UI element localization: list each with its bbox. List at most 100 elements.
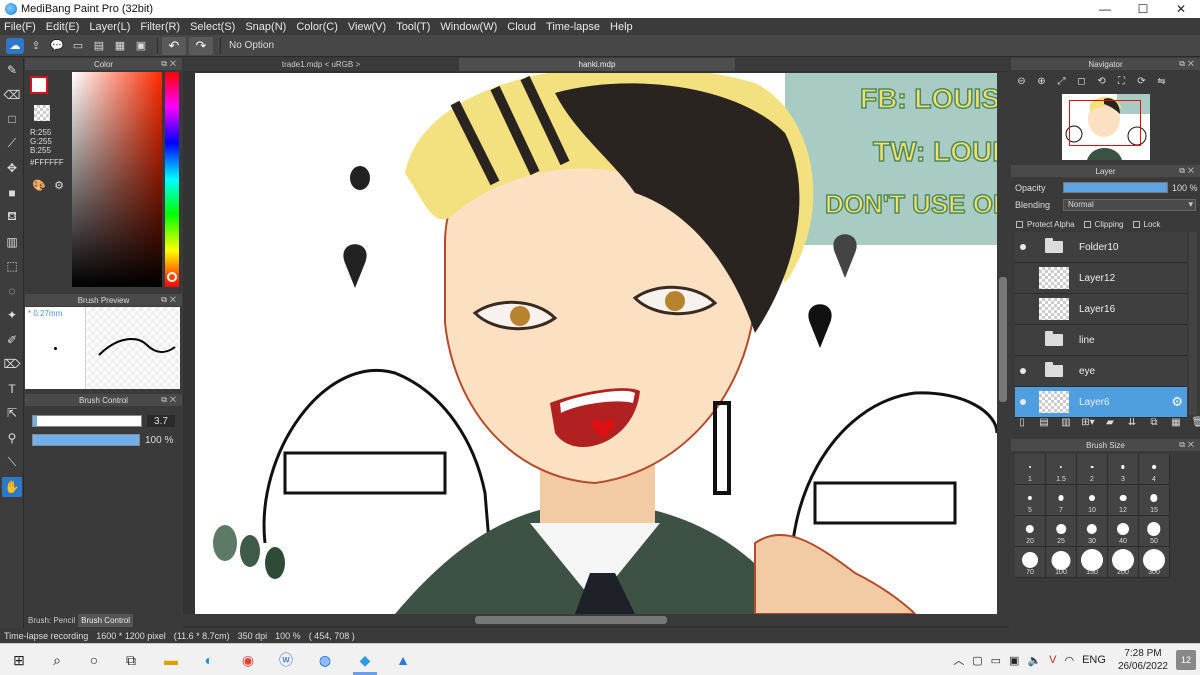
brush-size-option[interactable]: 1.5 xyxy=(1046,454,1077,485)
new-halftone-layer-icon[interactable]: ▤ xyxy=(1037,415,1051,429)
fill-rect-tool-icon[interactable]: ■ xyxy=(2,183,22,203)
windows-start-icon[interactable]: ⊞ xyxy=(8,650,30,670)
navigator-thumbnail[interactable] xyxy=(1062,94,1150,160)
chevron-up-icon[interactable]: ︿ xyxy=(953,652,964,668)
layer-row-eye[interactable]: eye xyxy=(1015,356,1187,387)
menu-cloud[interactable]: Cloud xyxy=(507,21,536,33)
layer-row-line[interactable]: line xyxy=(1015,325,1187,356)
layer-row-folder10[interactable]: Folder10 xyxy=(1015,232,1187,263)
clipping-checkbox[interactable]: Clipping xyxy=(1083,220,1124,229)
select-tool-icon[interactable]: ⬚ xyxy=(2,256,22,276)
divide-tool-icon[interactable]: ⟍ xyxy=(2,452,22,472)
menu-select[interactable]: Select(S) xyxy=(190,21,235,33)
tab-trade1[interactable]: trade1.mdp < uRGB > xyxy=(183,58,459,71)
flip-icon[interactable]: ⇋ xyxy=(1154,74,1169,88)
menu-tool[interactable]: Tool(T) xyxy=(396,21,430,33)
panel-controls-icon[interactable]: ⧉✕ xyxy=(161,59,179,69)
brush-size-option[interactable]: 50 xyxy=(1139,516,1170,547)
visibility-toggle-icon[interactable] xyxy=(1015,399,1031,405)
brush-tool-icon[interactable]: ✎ xyxy=(2,60,22,80)
brush-size-option[interactable]: 20 xyxy=(1015,516,1046,547)
brush-size-option[interactable]: 2 xyxy=(1077,454,1108,485)
menu-view[interactable]: View(V) xyxy=(348,21,386,33)
edge-icon[interactable]: ◐ xyxy=(198,650,220,670)
close-button[interactable]: ✕ xyxy=(1162,0,1200,18)
new-folder-icon[interactable]: ▰ xyxy=(1103,415,1117,429)
foreground-color-swatch[interactable] xyxy=(30,76,48,94)
panel-controls-icon[interactable]: ⧉✕ xyxy=(1179,440,1197,450)
select-pen-icon[interactable]: ✐ xyxy=(2,330,22,350)
meet-icon[interactable]: ▢ xyxy=(972,654,982,667)
file-explorer-icon[interactable]: ▬ xyxy=(160,650,182,670)
palette-icon[interactable]: 🎨 xyxy=(31,177,47,193)
select-eraser-icon[interactable]: ⌦ xyxy=(2,354,22,374)
lock-checkbox[interactable]: Lock xyxy=(1132,220,1160,229)
transparent-color-swatch[interactable] xyxy=(34,105,50,121)
vertical-scroll-thumb[interactable] xyxy=(999,277,1007,402)
delete-layer-icon[interactable]: 🗑 xyxy=(1191,415,1200,429)
layer-list-scrollbar[interactable] xyxy=(1189,232,1197,415)
brush-size-option[interactable]: 200 xyxy=(1108,547,1139,578)
fit-window-icon[interactable]: ⤢ xyxy=(1054,74,1069,88)
protect-alpha-checkbox[interactable]: Protect Alpha xyxy=(1016,220,1075,229)
cloud-icon[interactable]: ☁ xyxy=(6,37,24,54)
cortana-icon[interactable]: ○ xyxy=(83,650,105,670)
canvas-vertical-scrollbar[interactable] xyxy=(997,72,1009,614)
brush-size-option[interactable]: 40 xyxy=(1108,516,1139,547)
brush-size-option[interactable]: 7 xyxy=(1046,485,1077,516)
document-icon[interactable]: ▤ xyxy=(90,38,108,54)
rotate-right-icon[interactable]: ⟳ xyxy=(1134,74,1149,88)
comment-icon[interactable]: 💬 xyxy=(48,38,66,54)
minimize-button[interactable]: — xyxy=(1086,0,1124,18)
zalo-icon[interactable]: ◍ xyxy=(314,650,336,670)
input-language[interactable]: ENG xyxy=(1082,654,1106,666)
panel-controls-icon[interactable]: ⧉✕ xyxy=(161,295,179,305)
maximize-button[interactable]: ☐ xyxy=(1124,0,1162,18)
bucket-tool-icon[interactable]: ⛾ xyxy=(2,207,22,227)
menu-color[interactable]: Color(C) xyxy=(296,21,338,33)
search-icon[interactable]: ⌕ xyxy=(46,650,68,670)
navigator-viewport-rect[interactable] xyxy=(1069,100,1141,146)
layer-settings-icon[interactable]: ⚙ xyxy=(1171,394,1183,410)
layer-opacity-slider[interactable] xyxy=(1063,182,1168,193)
brush-size-option[interactable]: 150 xyxy=(1077,547,1108,578)
monitor-icon[interactable]: ▣ xyxy=(1009,654,1019,667)
photos-icon[interactable]: ▲ xyxy=(392,650,414,670)
zoom-in-icon[interactable]: ⊕ xyxy=(1034,74,1049,88)
brush-size-option[interactable]: 15 xyxy=(1139,485,1170,516)
add-layer-menu-icon[interactable]: ⊞▾ xyxy=(1081,415,1095,429)
eyedropper-tool-icon[interactable]: ⚲ xyxy=(2,428,22,448)
medibang-taskbar-icon[interactable]: ◆ xyxy=(354,650,376,670)
menu-help[interactable]: Help xyxy=(610,21,633,33)
visibility-toggle-icon[interactable] xyxy=(1015,244,1031,250)
shape-tool-icon[interactable]: □ xyxy=(2,109,22,129)
brush-opacity-slider[interactable] xyxy=(32,434,140,446)
volume-icon[interactable]: 🔈 xyxy=(1027,654,1041,667)
saturation-value-picker[interactable] xyxy=(72,72,162,287)
brush-size-option[interactable]: 3 xyxy=(1108,454,1139,485)
brush-size-slider[interactable] xyxy=(32,415,142,427)
menu-window[interactable]: Window(W) xyxy=(440,21,497,33)
color-settings-icon[interactable]: ⚙ xyxy=(51,177,67,193)
visibility-toggle-icon[interactable] xyxy=(1015,368,1031,374)
task-view-icon[interactable]: ⧉ xyxy=(120,650,142,670)
panel-controls-icon[interactable]: ⧉✕ xyxy=(1179,59,1197,69)
actual-size-icon[interactable]: ◻ xyxy=(1074,74,1089,88)
brush-size-option[interactable]: 4 xyxy=(1139,454,1170,485)
artwork-canvas[interactable]: FB: LOUIS V TW: LOUIS_ DON'T USE OR xyxy=(195,73,997,614)
app-w-icon[interactable]: ⓦ xyxy=(275,650,297,670)
tab-hanki[interactable]: hanki.mdp xyxy=(459,58,735,71)
brush-size-option[interactable]: 12 xyxy=(1108,485,1139,516)
layer-row-layer12[interactable]: Layer12 xyxy=(1015,263,1187,294)
brush-size-option[interactable]: 70 xyxy=(1015,547,1046,578)
chat-icon[interactable]: ▭ xyxy=(69,38,87,54)
layer-properties-icon[interactable]: ▦ xyxy=(1169,415,1183,429)
hue-slider[interactable] xyxy=(165,72,179,287)
layer-row-layer6[interactable]: Layer6 ⚙ xyxy=(1015,387,1187,418)
brush-size-option[interactable]: 30 xyxy=(1077,516,1108,547)
share-icon[interactable]: ⇪ xyxy=(27,38,45,54)
brush-size-value[interactable]: 3.7 xyxy=(147,415,175,427)
magic-wand-icon[interactable]: ✦ xyxy=(2,305,22,325)
dot-tool-icon[interactable]: ⟋ xyxy=(2,134,22,154)
menu-timelapse[interactable]: Time-lapse xyxy=(546,21,600,33)
